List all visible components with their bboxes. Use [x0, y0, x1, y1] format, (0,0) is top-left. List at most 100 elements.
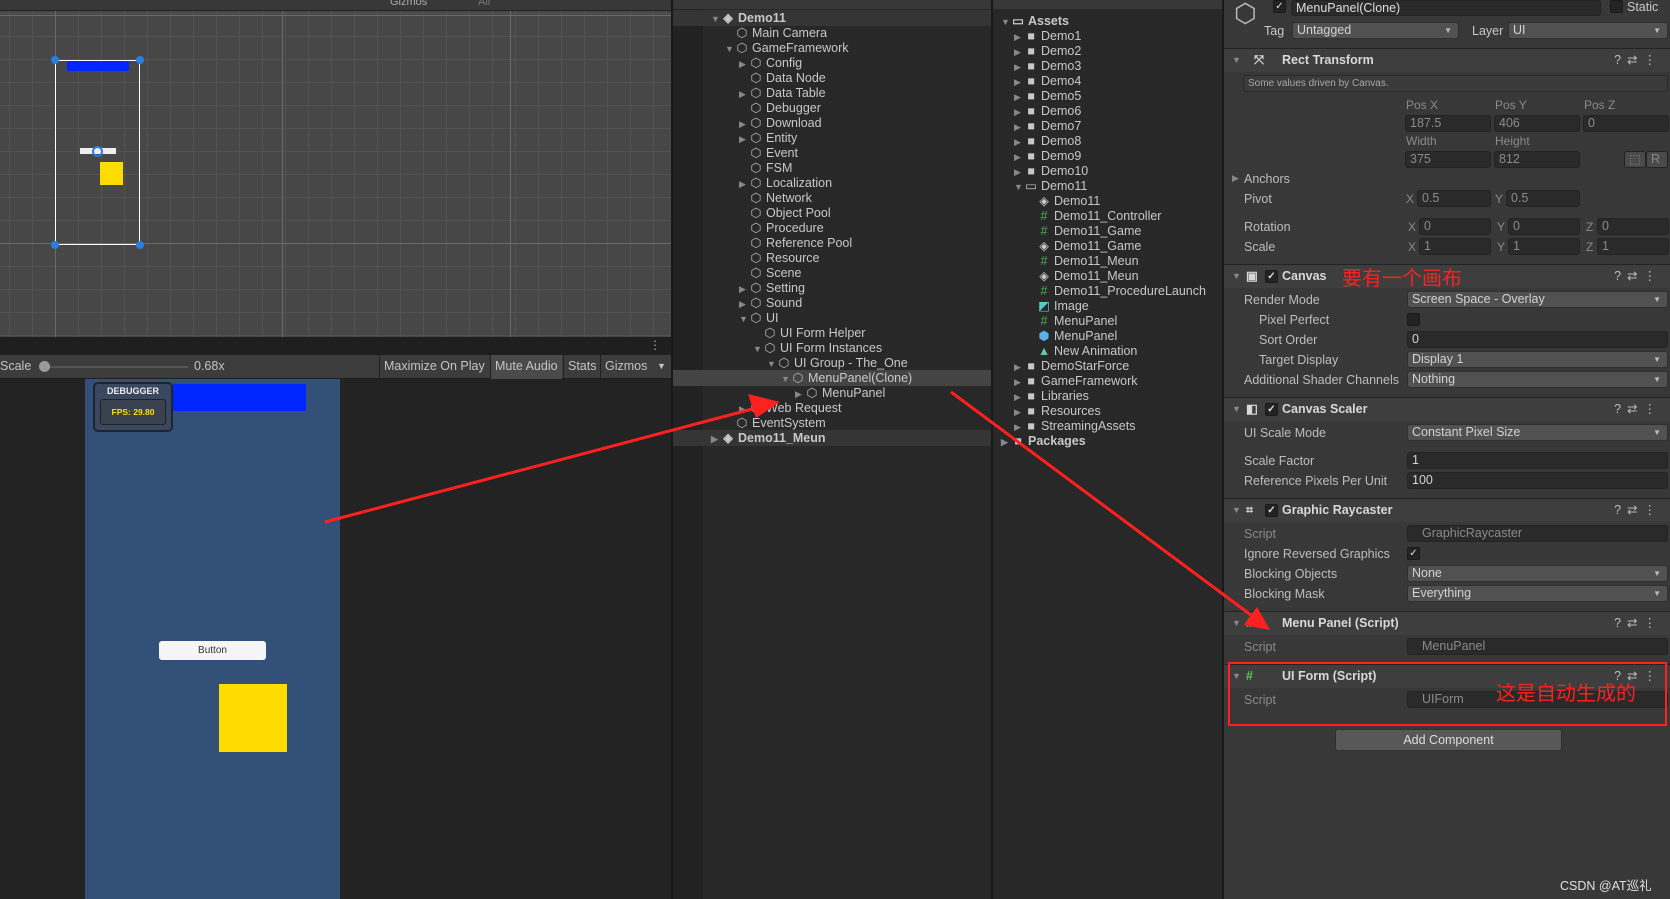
canvas-enabled-checkbox[interactable]: ✓ — [1265, 270, 1278, 283]
hierarchy-item[interactable]: ⬡ Event — [673, 145, 991, 161]
blueprint-mode-button[interactable]: ⬚ — [1624, 151, 1646, 168]
hierarchy-item[interactable]: ▼ ⬡ UI Form Instances — [673, 340, 991, 356]
raycaster-enabled-checkbox[interactable]: ✓ — [1265, 504, 1278, 517]
project-item[interactable]: ▶ ■ Demo2 — [993, 43, 1223, 59]
raw-edit-button[interactable]: R — [1646, 151, 1668, 168]
hierarchy-item[interactable]: ⬡ Reference Pool — [673, 235, 991, 251]
width-field[interactable]: 375 — [1405, 151, 1491, 168]
component-tools-icons[interactable]: ?⇄⋮ — [1614, 49, 1662, 71]
graphic-raycaster-header[interactable]: ▼ ⌗ ✓ Graphic Raycaster ?⇄⋮ — [1224, 498, 1670, 522]
pivot-x-field[interactable]: 0.5 — [1417, 190, 1491, 207]
target-display-dropdown[interactable]: Display 1 — [1407, 351, 1668, 368]
hierarchy-item[interactable]: ⬡ Main Camera — [673, 25, 991, 41]
sort-order-field[interactable]: 0 — [1407, 331, 1668, 348]
project-item[interactable]: # Demo11_Game — [993, 223, 1223, 239]
posy-field[interactable]: 406 — [1494, 115, 1580, 132]
pivot-y-field[interactable]: 0.5 — [1506, 190, 1580, 207]
rotation-y-field[interactable]: 0 — [1508, 218, 1580, 235]
project-item[interactable]: # Demo11_Controller — [993, 208, 1223, 224]
hierarchy-item[interactable]: ⬡ Procedure — [673, 220, 991, 236]
hierarchy-item[interactable]: ⬡ Network — [673, 190, 991, 206]
expand-arrow-icon[interactable]: ▶ — [1001, 434, 1011, 450]
maximize-on-play-button[interactable]: Maximize On Play — [379, 355, 489, 379]
game-button[interactable]: Button — [159, 641, 266, 660]
hierarchy-item[interactable]: ⬡ Resource — [673, 250, 991, 266]
hierarchy-item[interactable]: ⬡ Data Node — [673, 70, 991, 86]
ui-scale-mode-dropdown[interactable]: Constant Pixel Size — [1407, 424, 1668, 441]
project-item[interactable]: ▶ ■ Resources — [993, 403, 1223, 419]
project-item[interactable]: # Demo11_ProcedureLaunch — [993, 283, 1223, 299]
height-field[interactable]: 812 — [1494, 151, 1580, 168]
hierarchy-item[interactable]: ▼ ⬡ GameFramework — [673, 40, 991, 56]
project-item[interactable]: ◈ Demo11_Game — [993, 238, 1223, 254]
add-component-button[interactable]: Add Component — [1335, 729, 1562, 751]
raycaster-script-field[interactable]: GraphicRaycaster — [1407, 525, 1668, 542]
hierarchy-item[interactable]: ▶ ⬡ MenuPanel — [673, 385, 991, 401]
tag-dropdown[interactable]: Untagged — [1292, 22, 1459, 39]
project-item[interactable]: ▶ ■ Demo5 — [993, 88, 1223, 104]
rect-handle[interactable] — [136, 56, 144, 64]
reference-pixels-field[interactable]: 100 — [1407, 472, 1668, 489]
rect-handle[interactable] — [136, 241, 144, 249]
scene-gizmos-button[interactable]: Gizmos — [390, 0, 427, 8]
hierarchy-item[interactable]: ▶ ⬡ Config — [673, 55, 991, 71]
render-mode-dropdown[interactable]: Screen Space - Overlay — [1407, 291, 1668, 308]
menu-panel-script-header[interactable]: ▼ # Menu Panel (Script) ?⇄⋮ — [1224, 611, 1670, 635]
hierarchy-item[interactable]: ▼ ⬡ MenuPanel(Clone) — [673, 370, 991, 386]
hierarchy-item[interactable]: ▶ ⬡ Web Request — [673, 400, 991, 416]
expand-arrow-icon[interactable]: ▶ — [711, 431, 721, 447]
project-item[interactable]: ▶ ■ Demo10 — [993, 163, 1223, 179]
scale-x-field[interactable]: 1 — [1419, 238, 1491, 255]
rect-transform-header[interactable]: ▼ ⤧ Rect Transform ?⇄⋮ — [1224, 48, 1670, 72]
project-item[interactable]: ▶ ■ Demo1 — [993, 28, 1223, 44]
hierarchy-item[interactable]: ⬡ Debugger — [673, 100, 991, 116]
pixel-perfect-checkbox[interactable] — [1407, 313, 1420, 326]
posx-field[interactable]: 187.5 — [1405, 115, 1491, 132]
rect-handle[interactable] — [51, 241, 59, 249]
hierarchy-item[interactable]: ▶ ⬡ Sound — [673, 295, 991, 311]
debugger-window[interactable]: DEBUGGER FPS: 29.80 — [93, 382, 173, 432]
hierarchy-item[interactable]: ▶ ⬡ Data Table — [673, 85, 991, 101]
hierarchy-item[interactable]: ▶ ⬡ Setting — [673, 280, 991, 296]
scale-z-field[interactable]: 1 — [1597, 238, 1669, 255]
project-item[interactable]: ▼ ▭ Assets — [993, 13, 1223, 29]
canvas-scaler-header[interactable]: ▼ ◧ ✓ Canvas Scaler ?⇄⋮ — [1224, 397, 1670, 421]
component-tools-icons[interactable]: ?⇄⋮ — [1614, 398, 1662, 420]
active-checkbox[interactable]: ✓ — [1273, 0, 1286, 13]
scene-view[interactable]: Gizmos All — [0, 0, 671, 337]
game-view[interactable]: DEBUGGER FPS: 29.80 Button — [0, 379, 671, 899]
project-item[interactable]: ▼ ▭ Demo11 — [993, 178, 1223, 194]
hierarchy-item[interactable]: ▼ ⬡ UI — [673, 310, 991, 326]
menupanel-script-field[interactable]: MenuPanel — [1407, 638, 1668, 655]
hierarchy-item[interactable]: ⬡ Scene — [673, 265, 991, 281]
project-item[interactable]: ▶ ■ GameFramework — [993, 373, 1223, 389]
hierarchy-item[interactable]: ▶ ⬡ Localization — [673, 175, 991, 191]
project-item[interactable]: ▶ ■ Demo8 — [993, 133, 1223, 149]
scaler-enabled-checkbox[interactable]: ✓ — [1265, 403, 1278, 416]
hierarchy-item[interactable]: ▼ ⬡ UI Group - The_One — [673, 355, 991, 371]
static-dropdown[interactable]: Static — [1627, 0, 1658, 14]
blocking-objects-dropdown[interactable]: None — [1407, 565, 1668, 582]
project-item[interactable]: ◈ Demo11 — [993, 193, 1223, 209]
project-item[interactable]: ▶ ■ Demo9 — [993, 148, 1223, 164]
project-item[interactable]: ▶ ■ Packages — [993, 433, 1223, 449]
scale-slider-thumb[interactable] — [39, 361, 50, 372]
static-checkbox[interactable] — [1610, 0, 1623, 13]
scene-search-input[interactable]: All — [478, 0, 490, 8]
component-tools-icons[interactable]: ?⇄⋮ — [1614, 499, 1662, 521]
project-item[interactable]: ▶ ■ Demo7 — [993, 118, 1223, 134]
scale-factor-field[interactable]: 1 — [1407, 452, 1668, 469]
project-item[interactable]: ▶ ■ Demo6 — [993, 103, 1223, 119]
hierarchy-item[interactable]: ⬡ EventSystem — [673, 415, 991, 431]
hierarchy-item[interactable]: ▶ ⬡ Download — [673, 115, 991, 131]
hierarchy-item[interactable]: ▶ ⬡ Entity — [673, 130, 991, 146]
project-item[interactable]: ▶ ■ Demo3 — [993, 58, 1223, 74]
rotation-x-field[interactable]: 0 — [1419, 218, 1491, 235]
project-item[interactable]: # Demo11_Meun — [993, 253, 1223, 269]
project-item[interactable]: ▶ ■ StreamingAssets — [993, 418, 1223, 434]
scale-slider[interactable] — [40, 366, 188, 368]
component-tools-icons[interactable]: ?⇄⋮ — [1614, 265, 1662, 287]
project-item[interactable]: # MenuPanel — [993, 313, 1223, 329]
ignore-reversed-checkbox[interactable]: ✓ — [1407, 547, 1420, 560]
project-item[interactable]: ◩ Image — [993, 298, 1223, 314]
